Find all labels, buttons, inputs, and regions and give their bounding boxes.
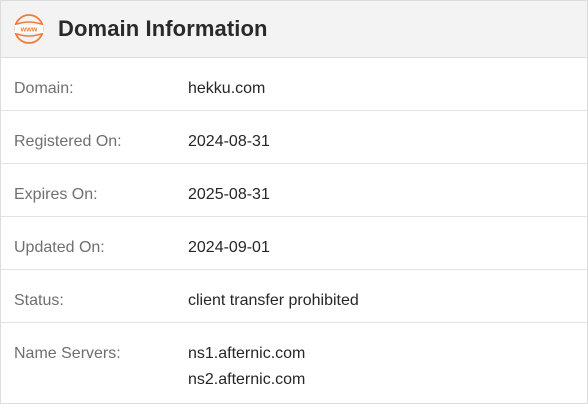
name-server-list: ns1.afternic.com ns2.afternic.com — [188, 341, 305, 393]
name-server-item: ns2.afternic.com — [188, 371, 306, 388]
info-row-registered: Registered On: 2024-08-31 — [1, 111, 587, 164]
row-label: Status: — [14, 292, 64, 309]
row-label: Registered On: — [14, 133, 122, 150]
info-row-expires: Expires On: 2025-08-31 — [1, 164, 587, 217]
panel-header: www Domain Information — [1, 1, 587, 58]
row-label: Domain: — [14, 80, 74, 97]
row-value: 2025-08-31 — [188, 186, 270, 203]
row-label: Name Servers: — [14, 345, 121, 362]
row-value: hekku.com — [188, 80, 266, 97]
row-value: 2024-09-01 — [188, 239, 270, 256]
www-globe-icon: www — [13, 13, 45, 45]
panel-title: Domain Information — [58, 16, 268, 41]
row-value: 2024-08-31 — [188, 133, 270, 150]
name-server-item: ns1.afternic.com — [188, 345, 306, 362]
row-value: client transfer prohibited — [188, 292, 359, 309]
info-row-domain: Domain: hekku.com — [1, 58, 587, 111]
info-row-name-servers: Name Servers: ns1.afternic.com ns2.after… — [1, 323, 587, 401]
info-row-updated: Updated On: 2024-09-01 — [1, 217, 587, 270]
info-row-status: Status: client transfer prohibited — [1, 270, 587, 323]
info-rows: Domain: hekku.com Registered On: 2024-08… — [1, 58, 587, 401]
domain-info-panel: www Domain Information Domain: hekku.com… — [0, 0, 588, 404]
row-label: Updated On: — [14, 239, 105, 256]
row-label: Expires On: — [14, 186, 98, 203]
svg-text:www: www — [20, 25, 38, 34]
